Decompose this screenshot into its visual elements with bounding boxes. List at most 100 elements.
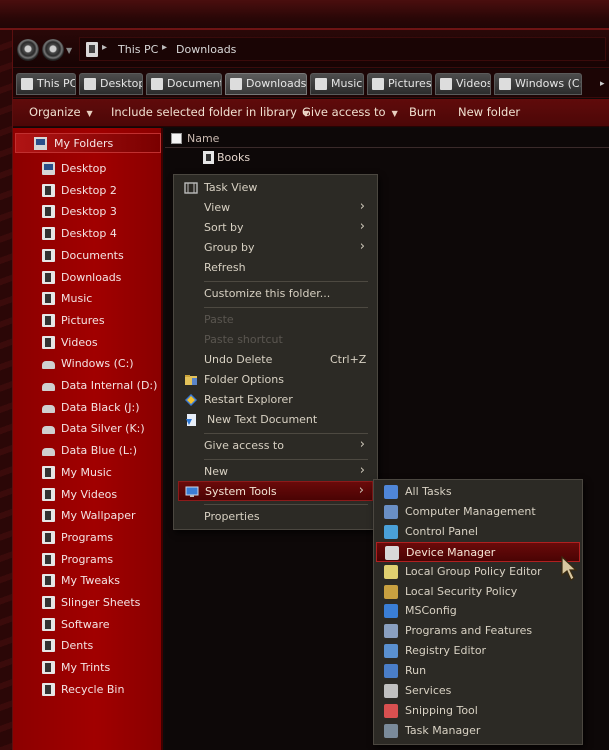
- submenu-item-services[interactable]: Services: [376, 681, 580, 701]
- nav-item-data-black-j[interactable]: Data Black (J:): [13, 398, 163, 418]
- submenu-item-snipping-tool[interactable]: Snipping Tool: [376, 701, 580, 721]
- menu-label: Paste: [204, 313, 234, 326]
- new-folder-button[interactable]: New folder: [458, 105, 520, 119]
- system-tools-icon: [185, 486, 199, 497]
- tab-windows-c[interactable]: Windows (C:): [494, 73, 582, 95]
- nav-item-slinger-sheets[interactable]: Slinger Sheets: [13, 593, 163, 613]
- burn-button[interactable]: Burn: [409, 105, 436, 119]
- nav-item-windows-c[interactable]: Windows (C:): [13, 354, 163, 374]
- tab-documents[interactable]: Documents: [146, 73, 222, 95]
- control-panel-icon: [384, 524, 398, 539]
- breadcrumb-this-pc[interactable]: This PC: [118, 43, 158, 56]
- submenu-item-task-manager[interactable]: Task Manager: [376, 721, 580, 741]
- tabs-row: This PC Desktop Documents Downloads Musi…: [13, 69, 609, 98]
- submenu-item-control-panel[interactable]: Control Panel: [376, 522, 580, 542]
- breadcrumb-downloads[interactable]: Downloads: [176, 43, 236, 56]
- nav-item-downloads[interactable]: Downloads: [13, 268, 163, 288]
- select-all-checkbox[interactable]: [171, 133, 182, 144]
- folder-icon: [203, 151, 214, 164]
- services-icon: [384, 684, 398, 698]
- column-header-name[interactable]: Name: [187, 132, 219, 145]
- nav-item-my-videos[interactable]: My Videos: [13, 485, 163, 505]
- menu-item-group-by[interactable]: Group by ›: [178, 238, 373, 258]
- nav-header-my-folders[interactable]: My Folders: [15, 133, 161, 153]
- restart-explorer-icon: [185, 394, 197, 406]
- menu-item-folder-options[interactable]: Folder Options: [178, 370, 373, 390]
- menu-item-undo-delete[interactable]: Undo Delete Ctrl+Z: [178, 350, 373, 370]
- nav-item-data-silver-k[interactable]: Data Silver (K:): [13, 419, 163, 439]
- submenu-item-local-security-policy[interactable]: Local Security Policy: [376, 582, 580, 602]
- nav-item-desktop-2[interactable]: Desktop 2: [13, 181, 163, 201]
- nav-item-software[interactable]: Software: [13, 615, 163, 635]
- menu-item-restart-explorer[interactable]: Restart Explorer: [178, 390, 373, 410]
- nav-item-videos[interactable]: Videos: [13, 333, 163, 353]
- nav-item-label: Desktop 4: [61, 227, 117, 241]
- folder-icon: [42, 617, 55, 631]
- menu-label: Undo Delete: [204, 353, 273, 366]
- nav-item-programs[interactable]: Programs: [13, 550, 163, 570]
- submenu-item-programs-and-features[interactable]: Programs and Features: [376, 621, 580, 641]
- nav-item-label: Desktop 3: [61, 205, 117, 219]
- tab-desktop[interactable]: Desktop: [79, 73, 143, 95]
- nav-item-desktop-3[interactable]: Desktop 3: [13, 202, 163, 222]
- include-in-library-button[interactable]: Include selected folder in library ▼: [111, 105, 309, 119]
- breadcrumb-separator[interactable]: ▸: [162, 42, 167, 53]
- menu-label: Properties: [204, 510, 260, 523]
- nav-item-my-music[interactable]: My Music: [13, 463, 163, 483]
- tab-pictures[interactable]: Pictures: [367, 73, 432, 95]
- give-access-button[interactable]: Give access to ▼: [302, 105, 398, 119]
- nav-item-programs[interactable]: Programs: [13, 528, 163, 548]
- desktop-background-left: [0, 30, 12, 750]
- submenu-label: All Tasks: [405, 485, 452, 498]
- menu-item-task-view[interactable]: Task View: [178, 178, 373, 198]
- address-bar[interactable]: ▸ This PC ▸ Downloads: [79, 37, 606, 61]
- nav-item-music[interactable]: Music: [13, 289, 163, 309]
- menu-item-view[interactable]: View ›: [178, 198, 373, 218]
- nav-item-data-internal-d[interactable]: Data Internal (D:): [13, 376, 163, 396]
- menu-item-properties[interactable]: Properties: [178, 507, 373, 527]
- submenu-item-all-tasks[interactable]: All Tasks: [376, 482, 580, 502]
- nav-item-my-trints[interactable]: My Trints: [13, 658, 163, 678]
- registry-editor-icon: [384, 644, 398, 659]
- back-button[interactable]: [17, 39, 39, 61]
- nav-item-data-blue-l[interactable]: Data Blue (L:): [13, 441, 163, 461]
- menu-item-system-tools[interactable]: System Tools ›: [178, 481, 373, 501]
- chevron-right-icon: ›: [359, 239, 365, 254]
- folder-icon: [42, 661, 55, 675]
- chevron-right-icon: ›: [359, 219, 365, 234]
- submenu-item-msconfig[interactable]: MSConfig: [376, 601, 580, 621]
- menu-item-new-text-document[interactable]: New Text Document: [178, 410, 373, 430]
- nav-item-desktop-4[interactable]: Desktop 4: [13, 224, 163, 244]
- chevron-right-icon: ›: [359, 463, 365, 478]
- recent-locations-dropdown[interactable]: ▼: [66, 46, 72, 55]
- submenu-item-registry-editor[interactable]: Registry Editor: [376, 641, 580, 661]
- tab-this-pc[interactable]: This PC: [16, 73, 76, 95]
- menu-item-customize-folder[interactable]: Customize this folder...: [178, 284, 373, 304]
- music-icon: [315, 78, 327, 90]
- organize-button[interactable]: Organize ▼: [29, 105, 93, 119]
- tab-music[interactable]: Music: [310, 73, 364, 95]
- tab-downloads[interactable]: Downloads: [225, 73, 307, 95]
- submenu-item-run[interactable]: Run: [376, 661, 580, 681]
- submenu-item-device-manager[interactable]: Device Manager: [376, 541, 580, 562]
- submenu-item-computer-management[interactable]: Computer Management: [376, 502, 580, 522]
- menu-item-give-access[interactable]: Give access to ›: [178, 436, 373, 456]
- menu-item-refresh[interactable]: Refresh: [178, 258, 373, 278]
- menu-item-new[interactable]: New ›: [178, 462, 373, 482]
- nav-item-pictures[interactable]: Pictures: [13, 311, 163, 331]
- nav-item-desktop[interactable]: Desktop: [13, 159, 163, 179]
- nav-item-my-wallpaper[interactable]: My Wallpaper: [13, 506, 163, 526]
- forward-button[interactable]: [42, 39, 64, 61]
- tabs-overflow-arrow[interactable]: ▸: [600, 79, 605, 89]
- breadcrumb-separator[interactable]: ▸: [102, 42, 107, 53]
- task-view-icon: [184, 182, 198, 194]
- menu-item-sort-by[interactable]: Sort by ›: [178, 218, 373, 238]
- nav-item-documents[interactable]: Documents: [13, 246, 163, 266]
- tab-label: This PC: [37, 77, 76, 90]
- nav-item-my-tweaks[interactable]: My Tweaks: [13, 571, 163, 591]
- nav-item-recycle-bin[interactable]: Recycle Bin: [13, 680, 163, 700]
- submenu-item-local-group-policy-editor[interactable]: Local Group Policy Editor: [376, 562, 580, 582]
- folder-icon: [42, 205, 55, 219]
- nav-item-dents[interactable]: Dents: [13, 636, 163, 656]
- tab-videos[interactable]: Videos: [435, 73, 491, 95]
